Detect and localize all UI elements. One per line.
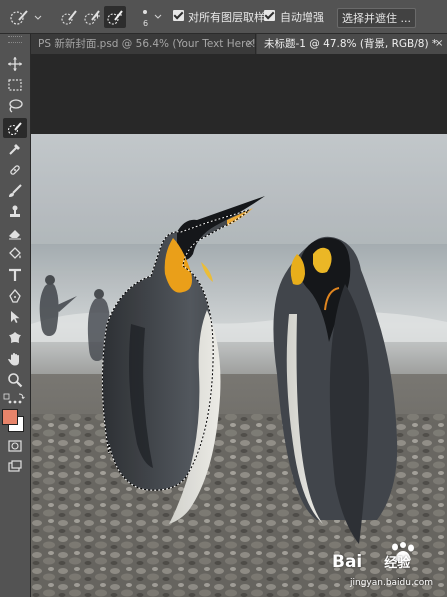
pen-tool[interactable] (3, 286, 27, 306)
paint-bucket-tool[interactable] (3, 244, 27, 264)
brush-icon (9, 184, 22, 197)
zoom-tool[interactable] (3, 370, 27, 390)
toolbar-grip[interactable] (8, 36, 22, 43)
healing-brush-tool[interactable] (3, 160, 27, 180)
tab-title: 未标题-1 @ 47.8% (背景, RGB/8) * (264, 38, 438, 50)
quick-selection-preset-icon (10, 10, 42, 25)
watermark-url: jingyan.baidu.com (350, 578, 434, 588)
screen-mode-icon (8, 460, 22, 472)
tab-document-1[interactable]: PS 新新封面.psd @ 56.4% (Your Text Here!, ..… (31, 34, 256, 54)
path-selection-tool[interactable] (3, 307, 27, 327)
rectangle-marquee-icon (8, 79, 22, 91)
hand-tool[interactable] (3, 349, 27, 369)
tool-preset-picker[interactable] (8, 6, 42, 28)
add-to-selection-button[interactable] (81, 6, 103, 28)
quick-selection-icon (7, 122, 22, 136)
arrow-pointer-icon (11, 311, 20, 323)
move-tool[interactable] (3, 54, 27, 74)
watermark-brand-suffix: 经验 (384, 556, 411, 571)
paint-bucket-icon (9, 247, 21, 259)
healing-brush-icon (10, 165, 20, 175)
hand-icon (8, 353, 19, 366)
marquee-tool[interactable] (3, 75, 27, 95)
watermark-brand: Bai 经验 (332, 552, 410, 572)
new-selection-button[interactable] (58, 6, 80, 28)
quick-mask-button[interactable] (3, 436, 27, 456)
brush-size-value: 6 (143, 19, 149, 28)
tab-document-2[interactable]: 未标题-1 @ 47.8% (背景, RGB/8) * (257, 34, 447, 54)
auto-enhance-label: 自动增强 (280, 11, 324, 24)
options-bar: 6 对所有图层取样 自动增强 选择并遮住 ... (0, 0, 447, 34)
eyedropper-tool[interactable] (3, 139, 27, 159)
auto-enhance-checkbox[interactable] (264, 10, 275, 21)
move-icon (8, 57, 22, 71)
brush-picker[interactable] (137, 6, 167, 28)
foreground-color-swatch[interactable] (2, 409, 18, 425)
default-colors-icon[interactable] (3, 393, 10, 400)
sample-all-layers-checkbox[interactable] (173, 10, 184, 21)
quick-mask-icon (8, 440, 22, 452)
type-icon (9, 268, 21, 281)
watermark-brand-bai: Bai (332, 552, 363, 572)
type-tool[interactable] (3, 265, 27, 285)
eyedropper-icon (9, 144, 20, 155)
tab-close-icon[interactable]: × (246, 34, 254, 54)
document-tab-bar: PS 新新封面.psd @ 56.4% (Your Text Here!, ..… (31, 34, 447, 54)
custom-shape-icon (9, 332, 21, 343)
add-selection-icon (84, 10, 100, 25)
swap-colors-icon[interactable] (18, 393, 25, 400)
brush-tip-icon (143, 10, 162, 19)
brush-tool[interactable] (3, 181, 27, 201)
penguin-photo (31, 134, 447, 597)
magnifier-icon (8, 373, 23, 388)
lasso-tool[interactable] (3, 96, 27, 116)
quick-selection-tool[interactable] (3, 118, 27, 138)
subtract-from-selection-button[interactable] (104, 6, 126, 28)
eraser-icon (9, 230, 21, 240)
screen-mode-button[interactable] (3, 457, 27, 477)
tab-close-icon[interactable]: × (435, 34, 443, 54)
tab-title: PS 新新封面.psd @ 56.4% (Your Text Here!, ..… (38, 38, 256, 50)
select-and-mask-button[interactable]: 选择并遮住 ... (337, 8, 416, 28)
custom-shape-tool[interactable] (3, 328, 27, 348)
eraser-tool[interactable] (3, 223, 27, 243)
pen-icon (9, 288, 21, 303)
lasso-icon (9, 99, 23, 113)
document-canvas[interactable] (31, 54, 447, 597)
new-selection-icon (61, 10, 77, 25)
tools-panel (0, 34, 31, 597)
sample-all-layers-label: 对所有图层取样 (188, 11, 265, 24)
subtract-selection-icon (107, 10, 123, 25)
stamp-icon (10, 205, 20, 217)
clone-stamp-tool[interactable] (3, 202, 27, 222)
